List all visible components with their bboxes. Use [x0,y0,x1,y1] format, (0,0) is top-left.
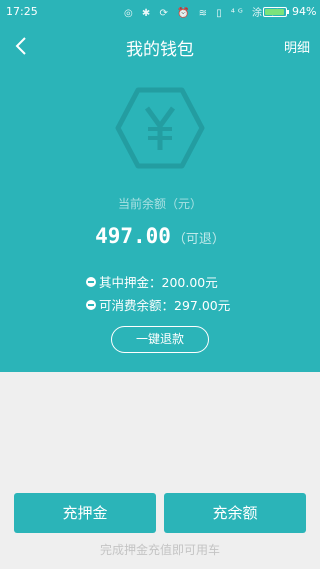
nav-bar: 我的钱包 明细 [0,28,320,64]
balance-label: 当前余额（元） [117,197,202,211]
spendable-line: 可消费余额：297.00元 [86,295,230,314]
status-time: 17:25 [6,5,38,18]
minus-circle-icon [86,276,96,287]
detail-link[interactable]: 明细 [284,37,310,56]
wallet-header-panel: 17:25 ◎ ✱ ⟳ ⏰ ≋ ▯ ⁴ᴳ 涂 ⚡ 94% 我的钱包 明细 当前余… [0,0,320,372]
refundable-note: （可退） [172,232,225,247]
status-bar: 17:25 ◎ ✱ ⟳ ⏰ ≋ ▯ ⁴ᴳ 涂 ⚡ 94% [0,0,320,24]
balance-row: 497.00 （可退） [0,224,320,248]
one-click-refund-button[interactable]: 一键退款 [111,326,209,353]
hint-text: 完成押金充值即可用车 [99,543,220,557]
deposit-button[interactable]: 充押金 [14,493,156,533]
balance-amount: 497.00 [95,224,171,248]
yuan-hexagon-icon [115,87,205,169]
battery-cap-icon [287,10,289,14]
recharge-button[interactable]: 充余额 [164,493,306,533]
page-title: 我的钱包 [126,40,194,60]
minus-circle-icon [86,299,96,310]
battery-icon [263,7,287,17]
battery-percent: 94% [292,5,317,18]
status-icons: ◎ ✱ ⟳ ⏰ ≋ ▯ ⁴ᴳ 涂 ⚡ [124,8,282,19]
spendable-text: 可消费余额：297.00元 [99,298,231,313]
deposit-text: 其中押金：200.00元 [99,275,218,290]
deposit-line: 其中押金：200.00元 [86,272,218,291]
